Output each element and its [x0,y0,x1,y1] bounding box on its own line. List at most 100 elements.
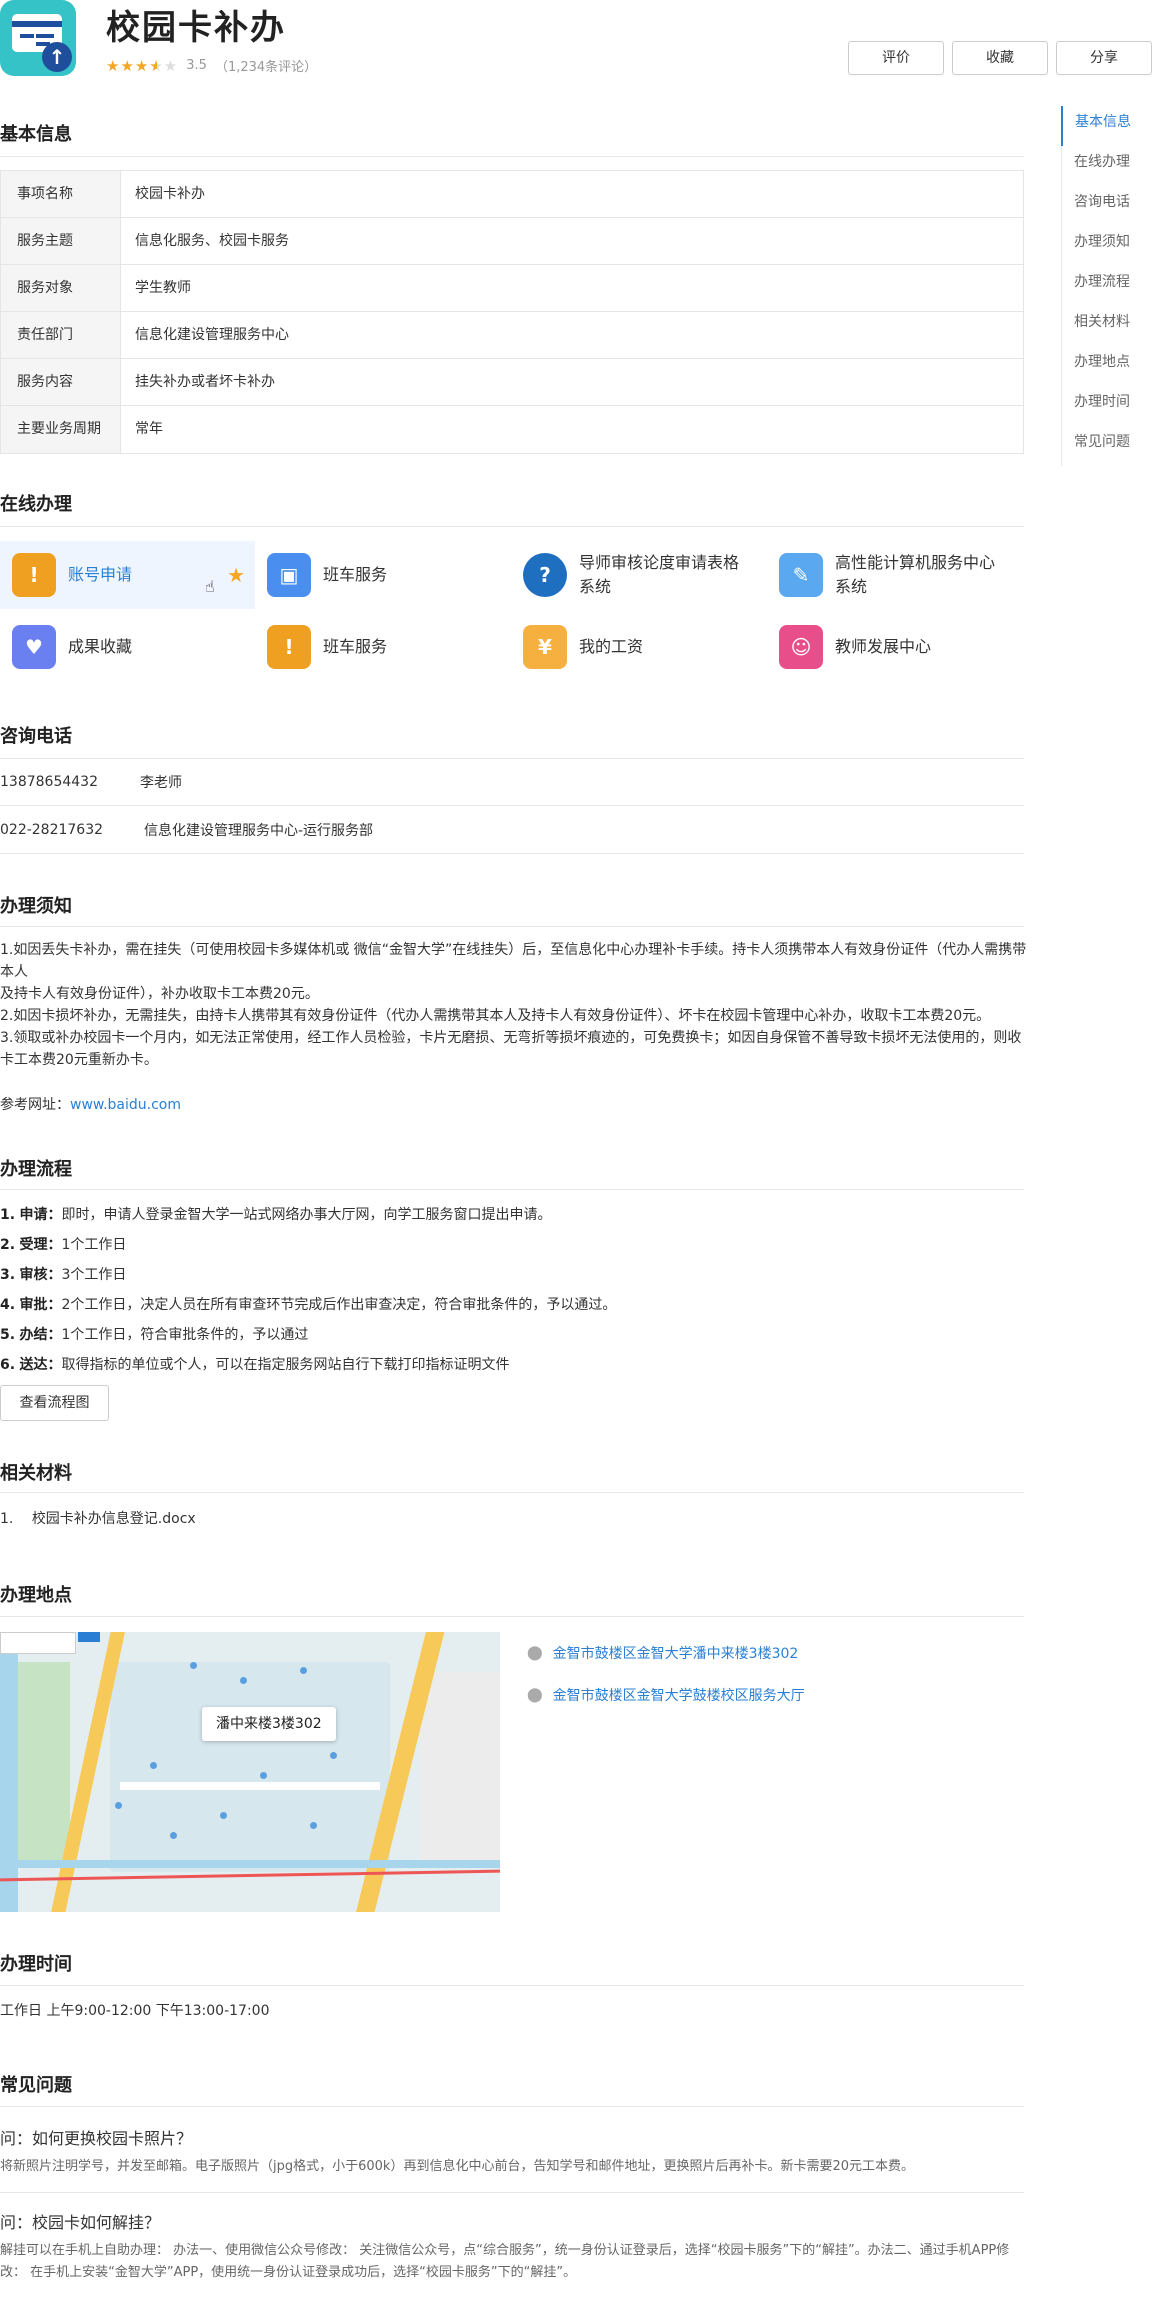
section-title-location: 办理地点 [0,1585,72,1606]
location-pin-icon: ⬤ [527,1645,543,1661]
account-icon: ! [12,553,56,597]
map-control-tab[interactable] [78,1632,100,1642]
notice-text: 1.如因丢失卡补办，需在挂失（可使用校园卡多媒体机或 微信“金智大学”在线挂失）… [0,939,1030,1071]
service-achievements[interactable]: ♥ 成果收藏 [0,613,255,681]
service-salary[interactable]: ¥ 我的工资 [511,613,766,681]
section-title-hours: 办理时间 [0,1954,72,1975]
address-link[interactable]: ⬤ 金智市鼓楼区金智大学鼓楼校区服务大厅 [527,1685,805,1705]
edit-icon: ✎ [779,553,823,597]
faq-answer: 解挂可以在手机上自助办理： 办法一、使用微信公众号修改： 关注微信公众号，点“综… [0,2243,1010,2280]
reference-url: 参考网址：www.baidu.com [0,1094,181,1114]
info-key: 主要业务周期 [1,406,121,453]
map-canal [0,1860,500,1868]
divider [0,156,1024,157]
info-value: 挂失补办或者坏卡补办 [135,374,275,390]
map-poi-icon [330,1752,337,1759]
side-nav-item-process[interactable]: 办理流程 [1062,266,1152,306]
office-hours: 工作日 上午9:00-12:00 下午13:00-17:00 [0,2003,270,2019]
side-nav: 基本信息 在线办理 咨询电话 办理须知 办理流程 相关材料 办理地点 办理时间 … [1061,106,1152,466]
process-step: 5. 办结：1个工作日，符合审批条件的，予以通过 [0,1327,309,1343]
material-index: 1. [0,1511,14,1527]
info-row: 服务对象 学生教师 [1,265,1023,312]
service-label: 成果收藏 [68,637,133,656]
phone-number: 13878654432 [0,773,98,790]
info-value: 信息化服务、校园卡服务 [135,233,289,249]
material-item[interactable]: 1. 校园卡补办信息登记.docx [0,1508,196,1528]
phone-number: 022-28217632 [0,821,104,838]
side-nav-item-hours[interactable]: 办理时间 [1062,386,1152,426]
map-poi-icon [240,1677,247,1684]
service-hpc[interactable]: ✎ 高性能计算机服务中心系统 [767,541,1022,609]
map-control[interactable] [0,1632,76,1654]
faq-question[interactable]: 问：如何更换校园卡照片？ [0,2125,192,2149]
page-title: 校园卡补办 [106,8,286,48]
phone-contact: 李老师 [140,774,182,791]
address-link[interactable]: ⬤ 金智市鼓楼区金智大学潘中来楼3楼302 [527,1643,798,1663]
side-nav-item-location[interactable]: 办理地点 [1062,346,1152,386]
material-name: 校园卡补办信息登记.docx [31,1511,196,1527]
app-logo-icon: ↑ [0,0,76,76]
side-nav-item-materials[interactable]: 相关材料 [1062,306,1152,346]
side-nav-item-notice[interactable]: 办理须知 [1062,226,1152,266]
info-row: 服务内容 挂失补办或者坏卡补办 [1,359,1023,406]
service-bus[interactable]: ▣ 班车服务 [255,541,510,609]
location-map[interactable]: 潘中来楼3楼302 [0,1632,500,1912]
map-river [0,1632,18,1912]
location-pin-icon: ⬤ [527,1687,543,1703]
info-value: 常年 [135,421,163,437]
notice-line: 及持卡人有效身份证件），补办收取卡工本费20元。 [0,986,319,1002]
process-step: 3. 审核：3个工作日 [0,1267,127,1283]
rate-button[interactable]: 评价 [848,41,944,75]
share-button[interactable]: 分享 [1056,41,1152,75]
map-road [120,1782,380,1790]
faq-question[interactable]: 问：校园卡如何解挂？ [0,2209,160,2233]
section-title-phone: 咨询电话 [0,726,72,747]
pointer-cursor-icon: ☝ [205,577,215,596]
favorite-star-icon[interactable]: ★ [227,563,245,587]
section-title-online: 在线办理 [0,494,72,515]
map-district [420,1672,500,1862]
map-poi-icon [220,1812,227,1819]
side-nav-item-basic[interactable]: 基本信息 [1061,106,1152,146]
teacher-icon: ☺ [779,625,823,669]
reference-link[interactable]: www.baidu.com [70,1097,181,1113]
section-title-faq: 常见问题 [0,2075,72,2096]
rating-stars-icon: ★★★★★★ [106,56,179,75]
service-label: 导师审核论度审请表格系统 [579,553,740,596]
side-nav-item-online[interactable]: 在线办理 [1062,146,1152,186]
section-title-materials: 相关材料 [0,1463,72,1484]
view-flowchart-button[interactable]: 查看流程图 [0,1385,109,1421]
phone-contact: 信息化建设管理服务中心-运行服务部 [144,822,374,839]
service-teacher-dev[interactable]: ☺ 教师发展中心 [767,613,1022,681]
divider [0,526,1024,527]
phone-row: 022-28217632 信息化建设管理服务中心-运行服务部 [0,806,1024,854]
divider [0,2192,1024,2193]
info-key: 责任部门 [1,312,121,358]
info-row: 责任部门 信息化建设管理服务中心 [1,312,1023,359]
service-tutor-review[interactable]: ? 导师审核论度审请表格系统 [511,541,766,609]
side-nav-item-phone[interactable]: 咨询电话 [1062,186,1152,226]
divider [0,1492,1024,1493]
notice-line: 1.如因丢失卡补办，需在挂失（可使用校园卡多媒体机或 微信“金智大学”在线挂失）… [0,942,1027,980]
info-key: 服务内容 [1,359,121,405]
divider [0,2106,1024,2107]
process-step: 2. 受理：1个工作日 [0,1237,127,1253]
service-bus-2[interactable]: ! 班车服务 [255,613,510,681]
address-text: 金智市鼓楼区金智大学潘中来楼3楼302 [552,1646,799,1662]
section-title-process: 办理流程 [0,1159,72,1180]
side-nav-item-faq[interactable]: 常见问题 [1062,426,1152,466]
review-count: （1,234条评论） [214,60,318,75]
coin-icon: ¥ [523,625,567,669]
notice-line: 2.如因卡损坏补办，无需挂失，由持卡人携带其有效身份证件（代办人需携带其本人及持… [0,1008,991,1024]
divider [0,1985,1024,1986]
map-poi-icon [260,1772,267,1779]
map-poi-icon [190,1662,197,1669]
info-row: 事项名称 校园卡补办 [1,171,1023,218]
favorite-button[interactable]: 收藏 [952,41,1048,75]
process-step: 6. 送达：取得指标的单位或个人，可以在指定服务网站自行下载打印指标证明文件 [0,1357,510,1373]
divider [0,1616,1024,1617]
info-key: 事项名称 [1,171,121,217]
process-step: 4. 审批：2个工作日，决定人员在所有审查环节完成后作出审查决定，符合审批条件的… [0,1297,617,1313]
service-account-apply[interactable]: ! 账号申请 ★ [0,541,255,609]
info-table: 事项名称 校园卡补办 服务主题 信息化服务、校园卡服务 服务对象 学生教师 责任部门信… [0,170,1024,454]
